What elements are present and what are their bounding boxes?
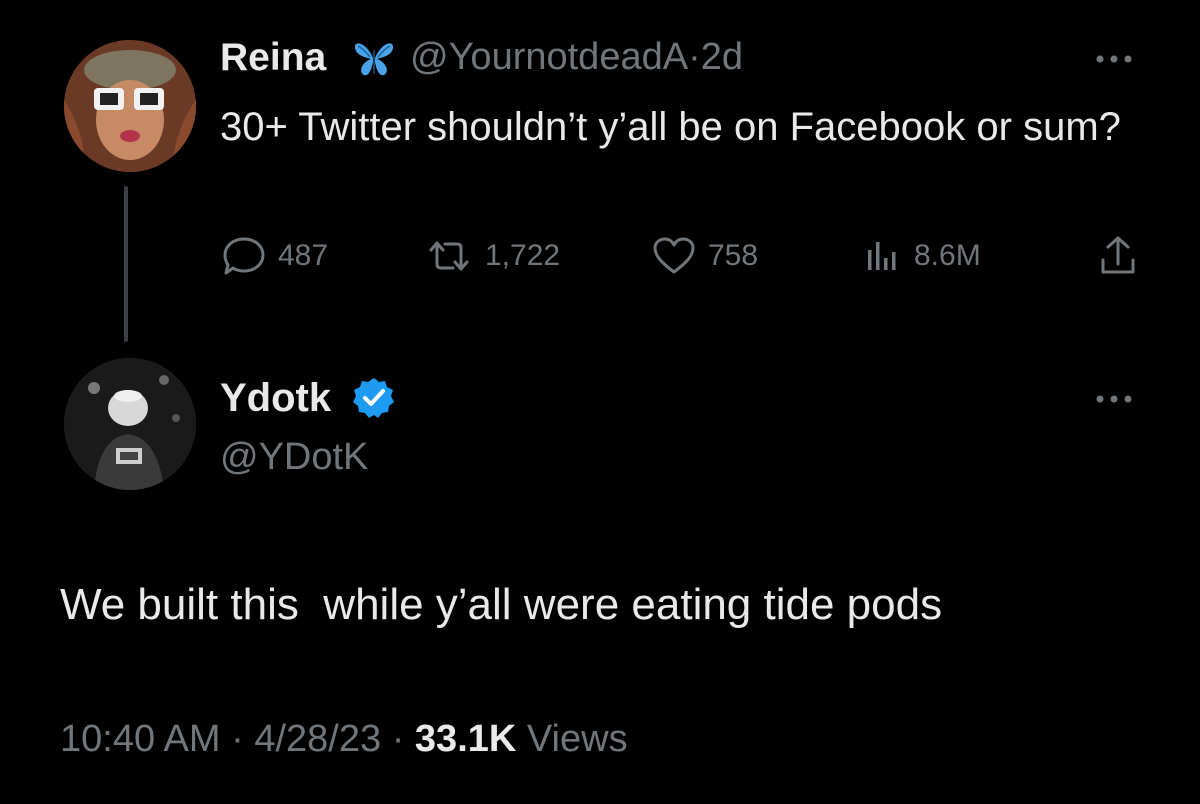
tweet-date[interactable]: 4/28/23 (254, 718, 381, 760)
retweet-count: 1,722 (485, 239, 561, 272)
author-name[interactable]: Reina (220, 36, 326, 80)
reply-button[interactable]: 487 (222, 236, 328, 276)
verified-badge-icon (352, 376, 396, 420)
share-button[interactable] (1098, 234, 1138, 278)
retweet-button[interactable]: 1,722 (425, 236, 560, 276)
more-options-icon[interactable] (1094, 52, 1134, 64)
reply-icon (222, 236, 266, 276)
handle-and-age[interactable]: @YournotdeadA·2d (410, 36, 743, 79)
reply-count: 487 (278, 239, 329, 272)
separator-dot: · (688, 36, 701, 78)
tweet-text: We built this while y’all were eating ti… (60, 580, 943, 629)
author-name[interactable]: Ydotk (220, 376, 331, 421)
tweet-time[interactable]: 10:40 AM (60, 718, 221, 760)
separator-dot: · (391, 718, 405, 760)
author-handle[interactable]: @YournotdeadA (410, 36, 688, 78)
like-button[interactable]: 758 (652, 236, 758, 276)
views-count[interactable]: 33.1K (415, 718, 516, 760)
thread-connector-line (124, 186, 128, 342)
avatar-ydotk[interactable] (64, 358, 196, 490)
separator-dot: · (231, 718, 244, 760)
more-options-icon[interactable] (1094, 392, 1134, 404)
tweet-age[interactable]: 2d (701, 36, 743, 78)
views-button[interactable]: 8.6M (862, 236, 981, 276)
tweet-meta: 10:40 AM · 4/28/23 · 33.1K Views (60, 718, 628, 761)
tweet-text: 30+ Twitter shouldn’t y’all be on Facebo… (220, 105, 1121, 149)
author-handle[interactable]: @YDotK (220, 436, 368, 479)
share-icon (1098, 234, 1138, 278)
like-count: 758 (708, 239, 759, 272)
views-chart-icon (862, 236, 902, 276)
views-count: 8.6M (914, 239, 981, 272)
retweet-icon (425, 236, 473, 276)
avatar-reina[interactable] (64, 40, 196, 172)
heart-icon (652, 236, 696, 276)
views-label: Views (526, 718, 628, 760)
butterfly-icon (352, 38, 396, 78)
